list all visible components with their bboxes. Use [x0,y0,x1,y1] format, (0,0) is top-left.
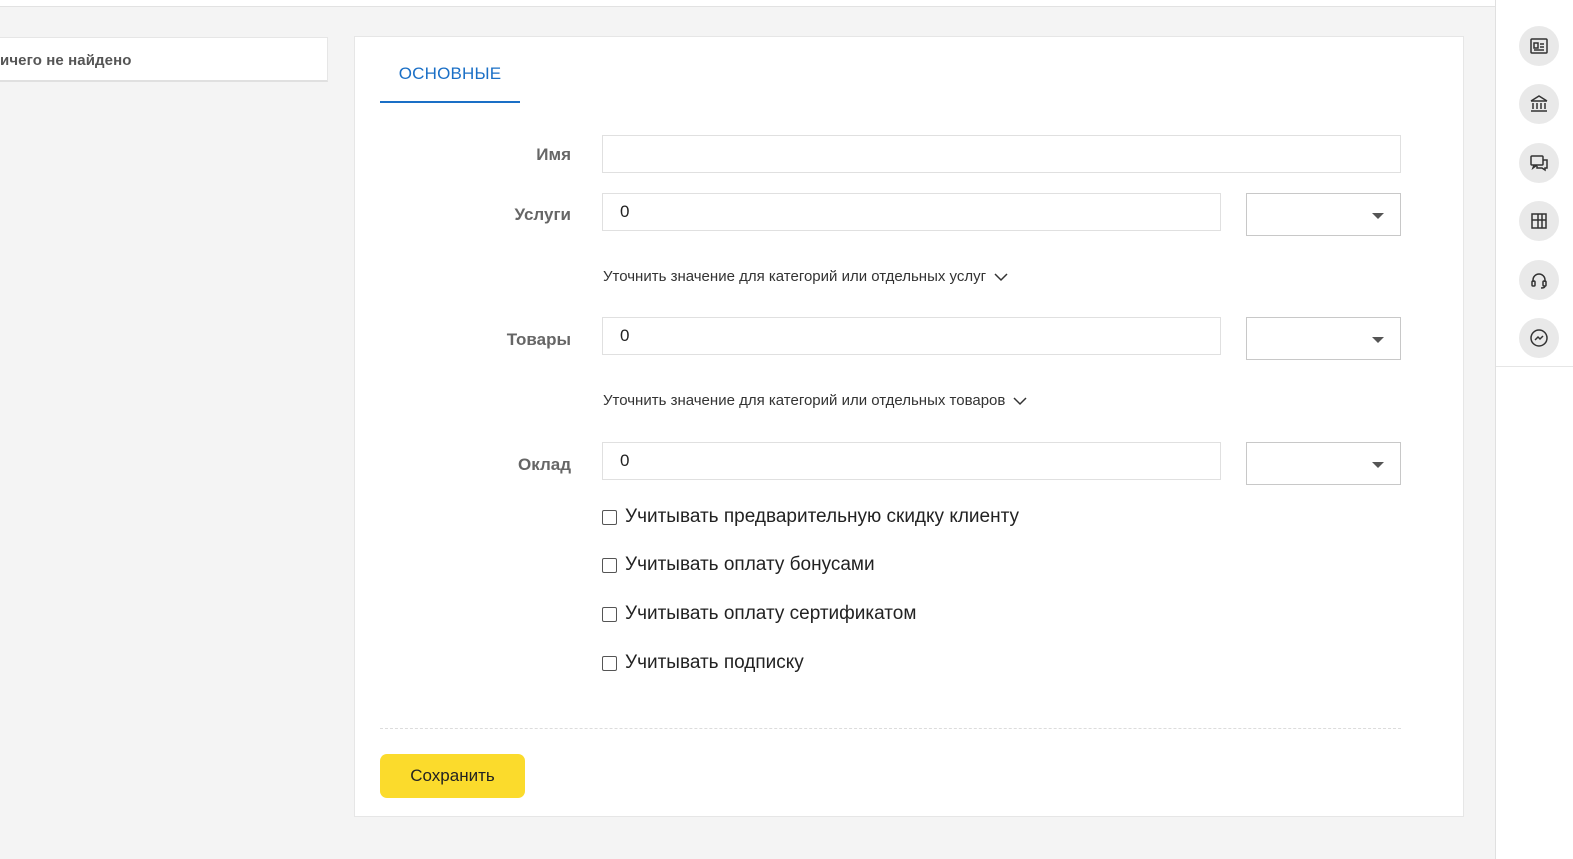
tab-main[interactable]: ОСНОВНЫЕ [380,61,520,103]
checkbox-box[interactable] [602,509,617,525]
caret-down-icon [1372,337,1384,343]
services-refine-toggle[interactable]: Уточнить значение для категорий или отде… [603,268,1008,285]
chevron-down-icon [1013,396,1027,405]
empty-result-text: ичего не найдено [0,52,132,69]
right-sidebar [1495,0,1573,859]
search-result-panel: ичего не найдено [0,37,328,82]
salary-input[interactable]: 0 [602,442,1221,480]
salary-unit-select[interactable] [1246,442,1401,485]
name-label: Имя [536,145,571,164]
checkbox-bonus-payment[interactable]: Учитывать оплату бонусами [602,554,875,576]
checkbox-label: Учитывать оплату сертификатом [625,603,917,624]
bank-icon[interactable] [1519,84,1559,124]
layout-icon[interactable] [1519,201,1559,241]
caret-down-icon [1372,462,1384,468]
goods-refine-label: Уточнить значение для категорий или отде… [603,392,1006,409]
checkbox-box[interactable] [602,606,617,622]
save-button[interactable]: Сохранить [380,754,525,798]
tab-active-underline [380,101,520,103]
chat-icon[interactable] [1519,143,1559,183]
sidebar-separator [1496,366,1573,367]
caret-down-icon [1372,213,1384,219]
name-input[interactable] [602,135,1401,173]
goods-refine-toggle[interactable]: Уточнить значение для категорий или отде… [603,392,1027,409]
checkbox-label: Учитывать предварительную скидку клиенту [625,506,1020,527]
goods-input[interactable]: 0 [602,317,1221,355]
id-card-icon[interactable] [1519,26,1559,66]
checkbox-label: Учитывать подписку [625,652,804,673]
services-input[interactable]: 0 [602,193,1221,231]
checkbox-label: Учитывать оплату бонусами [625,554,875,575]
settings-card: ОСНОВНЫЕ Имя Услуги 0 Уточнить значение … [354,36,1464,817]
services-unit-select[interactable] [1246,193,1401,236]
chevron-down-icon [994,272,1008,281]
checkbox-certificate-payment[interactable]: Учитывать оплату сертификатом [602,603,916,625]
checkbox-subscription[interactable]: Учитывать подписку [602,652,804,674]
checkbox-box[interactable] [602,655,617,671]
messenger-icon[interactable] [1519,318,1559,358]
headset-icon[interactable] [1519,260,1559,300]
checkbox-box[interactable] [602,557,617,573]
services-refine-label: Уточнить значение для категорий или отде… [603,268,987,285]
top-bar [0,0,1496,7]
goods-unit-select[interactable] [1246,317,1401,360]
tab-main-label: ОСНОВНЫЕ [398,64,502,83]
checkbox-prediscount[interactable]: Учитывать предварительную скидку клиенту [602,506,1019,528]
divider [380,728,1401,729]
services-label: Услуги [514,205,571,224]
salary-label: Оклад [518,455,571,474]
goods-label: Товары [506,330,571,349]
